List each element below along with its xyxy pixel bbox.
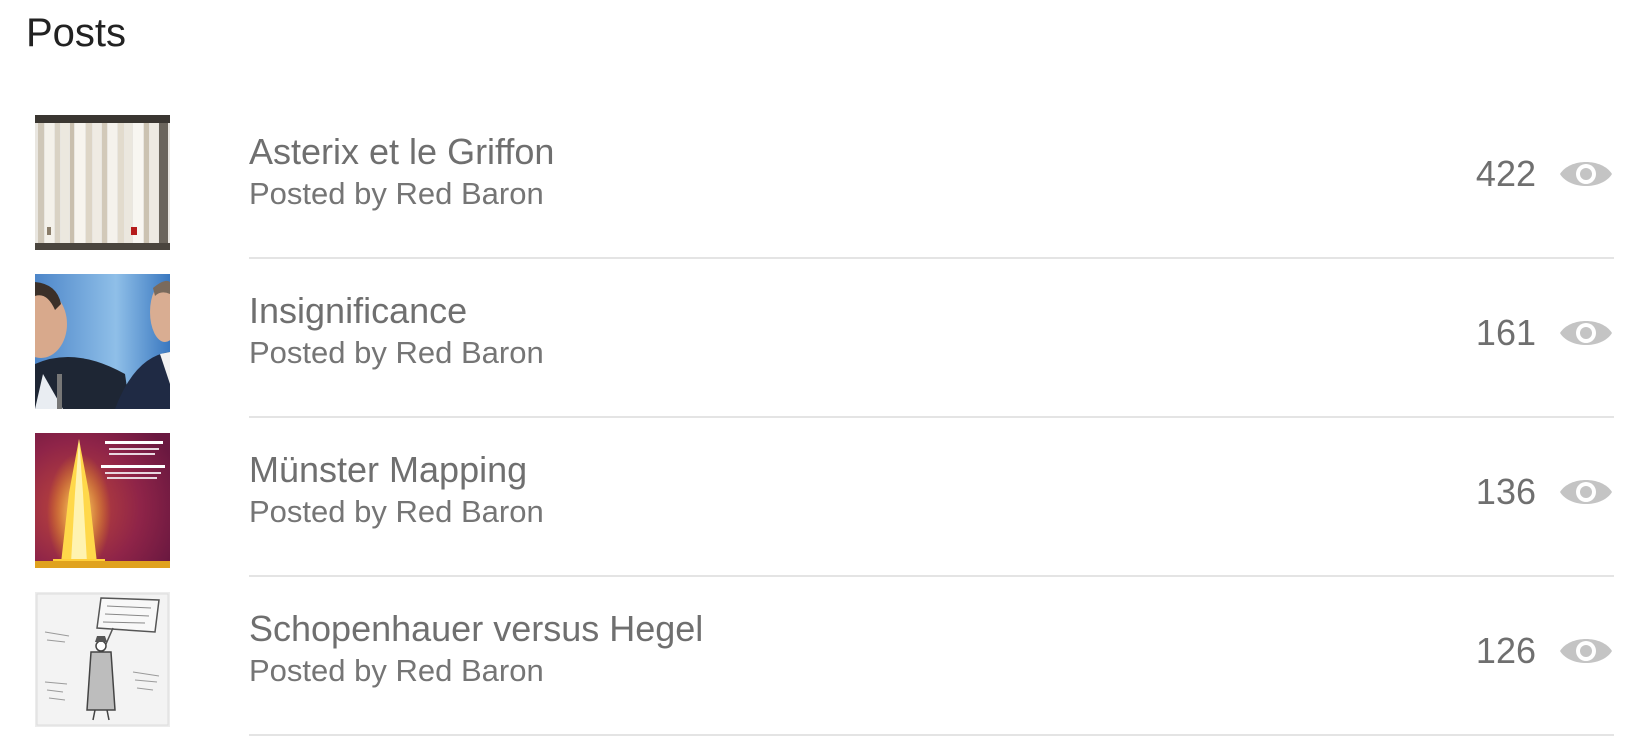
- view-count: 126: [1475, 630, 1536, 671]
- post-thumbnail-bookshelf[interactable]: [35, 115, 170, 250]
- post-thumbnail-tower-poster[interactable]: [35, 433, 170, 568]
- illuminated-tower-poster: [35, 433, 170, 568]
- page-title: Posts: [26, 11, 127, 55]
- view-count: 422: [1475, 153, 1536, 194]
- post-item: Insignificance Posted by Red Baron 161: [0, 259, 1634, 418]
- post-text: Asterix et le Griffon Posted by Red Baro…: [249, 130, 554, 214]
- view-count-group: 422: [1476, 146, 1614, 202]
- post-list: Asterix et le Griffon Posted by Red Baro…: [0, 100, 1634, 736]
- post-text: Münster Mapping Posted by Red Baron: [249, 448, 544, 532]
- post-text: Insignificance Posted by Red Baron: [249, 289, 544, 373]
- view-count-group: 161: [1476, 305, 1614, 361]
- post-title-link[interactable]: Münster Mapping: [249, 448, 544, 492]
- view-count-group: 126: [1476, 623, 1614, 679]
- bookshelf-image: [35, 115, 170, 250]
- post-byline: Posted by Red Baron: [249, 494, 544, 529]
- post-byline: Posted by Red Baron: [249, 176, 544, 211]
- eye-icon: [1560, 162, 1612, 186]
- eye-icon: [1560, 480, 1612, 504]
- post-byline: Posted by Red Baron: [249, 653, 544, 688]
- eye-icon: [1560, 321, 1612, 345]
- post-title-link[interactable]: Schopenhauer versus Hegel: [249, 607, 703, 651]
- view-count: 161: [1475, 312, 1536, 353]
- post-item: Schopenhauer versus Hegel Posted by Red …: [0, 577, 1634, 736]
- post-item: Asterix et le Griffon Posted by Red Baro…: [0, 100, 1634, 259]
- protest-sign-cartoon: [35, 592, 170, 727]
- politicians-photo: [35, 274, 170, 409]
- view-count: 136: [1475, 471, 1536, 512]
- eye-icon: [1560, 639, 1612, 663]
- row-divider: [249, 734, 1614, 736]
- post-thumbnail-cartoon[interactable]: [35, 592, 170, 727]
- post-text: Schopenhauer versus Hegel Posted by Red …: [249, 607, 703, 691]
- view-count-group: 136: [1476, 464, 1614, 520]
- post-item: Münster Mapping Posted by Red Baron 136: [0, 418, 1634, 577]
- post-title-link[interactable]: Asterix et le Griffon: [249, 130, 554, 174]
- post-thumbnail-politicians[interactable]: [35, 274, 170, 409]
- post-title-link[interactable]: Insignificance: [249, 289, 544, 333]
- post-byline: Posted by Red Baron: [249, 335, 544, 370]
